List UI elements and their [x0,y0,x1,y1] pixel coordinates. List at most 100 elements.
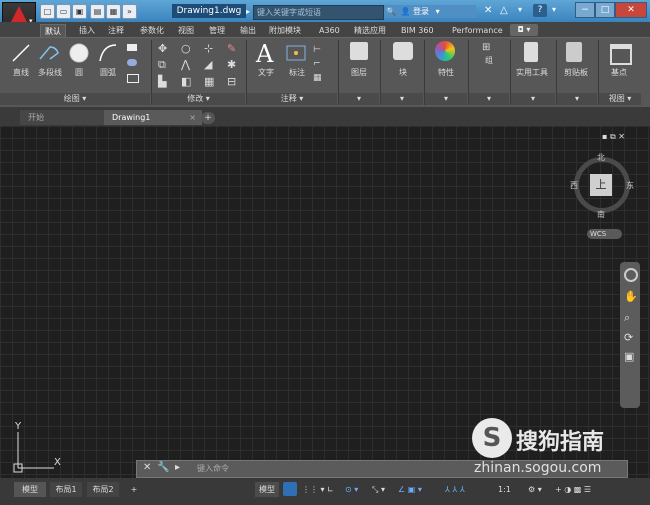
open-file-icon[interactable]: ▭ [56,4,71,19]
properties-panel-expander[interactable]: ▾ [425,93,467,105]
offset-icon[interactable]: ⊟ [227,75,247,88]
annotation-scale[interactable]: 1:1 [498,482,511,497]
chevron-down-icon[interactable]: ▾ [518,5,522,14]
layout-tab[interactable]: 布局2 [87,482,119,497]
command-input[interactable]: 键入命令 [197,463,229,474]
text-tool-label[interactable]: 文字 [252,67,280,78]
ribbon-tab[interactable]: 插入 [75,24,99,37]
group-panel-expander[interactable]: ▾ [469,93,509,105]
calculator-icon[interactable] [524,42,538,62]
ribbon-tab[interactable]: A360 [315,24,344,37]
showmotion-icon[interactable]: ▣ [624,350,636,363]
print-icon[interactable]: ▦ [106,4,121,19]
utilities-panel-expander[interactable]: ▾ [511,93,555,105]
clipboard-icon[interactable] [566,42,582,62]
drawing-tab[interactable]: Drawing1 × [104,110,202,125]
viewport-controls[interactable]: ▪ ⧉ ✕ [602,132,625,142]
command-history-icon[interactable]: ▸ [175,462,180,473]
ribbon-tab[interactable]: 精选应用 [350,24,390,37]
layers-panel-expander[interactable]: ▾ [339,93,379,105]
start-tab[interactable]: 开始 [20,110,106,125]
clipboard-panel-expander[interactable]: ▾ [557,93,597,105]
arc-tool-label[interactable]: 圆弧 [94,67,122,78]
workspace-icon[interactable]: ⚙ ▾ [528,482,542,497]
ribbon-tab[interactable]: 输出 [236,24,260,37]
circle-tool-label[interactable]: 圆 [68,67,90,78]
block-label[interactable]: 块 [390,67,416,78]
steering-wheel-icon[interactable] [624,268,638,282]
close-tab-icon[interactable]: × [189,110,196,125]
clipboard-label[interactable]: 剪贴板 [558,67,594,78]
base-label[interactable]: 基点 [604,67,634,78]
viewcube-west[interactable]: 西 [570,180,578,191]
help-icon[interactable]: ? [533,4,547,17]
layers-icon[interactable] [350,42,368,60]
explode-icon[interactable]: ✱ [227,58,247,72]
chevron-down-icon[interactable]: ▾ [436,7,440,16]
ribbon-tab[interactable]: 管理 [205,24,229,37]
dimension-tool-label[interactable]: 标注 [283,67,311,78]
polar-icon[interactable]: ⊙ ▾ [345,482,358,497]
ribbon-tab[interactable]: 参数化 [136,24,168,37]
group-label[interactable]: 组 [478,55,500,66]
new-tab-button[interactable]: + [201,112,215,124]
properties-label[interactable]: 特性 [431,67,461,78]
search-icon[interactable]: 🔍 [386,7,396,16]
circle-icon[interactable] [68,42,90,64]
view-panel-title[interactable]: 视图 ▾ [599,93,641,105]
a360-icon[interactable]: △ [500,5,508,16]
utilities-label[interactable]: 实用工具 [512,67,552,78]
user-area[interactable]: 🔍 👤 登录 ▾ [384,5,476,18]
model-space-button[interactable]: 模型 [255,482,279,497]
wcs-menu[interactable]: WCS [587,229,622,239]
base-view-icon[interactable] [610,44,632,65]
zoom-icon[interactable]: ⌕ [624,311,636,325]
fillet-icon[interactable]: ◢ [204,58,224,72]
viewcube-north[interactable]: 北 [597,152,605,163]
rotate-icon[interactable]: ○ [181,42,201,55]
trim-icon[interactable]: ⊹ [204,42,224,55]
ribbon-tab[interactable]: 注释 [104,24,128,37]
copy-icon[interactable]: ⧉ [158,58,178,72]
layout-tab[interactable]: 布局1 [50,482,82,497]
move-icon[interactable]: ✥ [158,42,178,55]
viewcube-top-face[interactable]: 上 [590,174,612,196]
array-icon[interactable]: ▦ [204,75,224,88]
modify-tools-grid[interactable]: ✥ ○ ⊹ ✎ ⧉ ⋀ ◢ ✱ ▙ ◧ ▦ ⊟ [158,42,248,90]
ribbon-tab[interactable]: Performance [448,24,507,37]
mirror-icon[interactable]: ⋀ [181,58,201,72]
ribbon-tab[interactable]: 附加模块 [265,24,305,37]
add-layout-button[interactable]: + [128,482,140,497]
new-file-icon[interactable]: □ [40,4,55,19]
draw-small-tools[interactable] [127,42,149,90]
group-icon[interactable]: ⊞ [482,42,496,54]
polyline-icon[interactable] [38,43,62,63]
lineweight-icon[interactable]: ∠ ▣ ▾ [398,482,422,497]
ribbon-tab[interactable]: 默认 [40,24,66,38]
search-input[interactable]: 键入关键字或短语 [253,5,384,20]
close-button[interactable]: ✕ [615,2,647,18]
line-icon[interactable] [11,43,31,63]
modify-panel-title[interactable]: 修改 ▾ [152,93,245,105]
block-icon[interactable] [393,42,413,60]
text-icon[interactable]: A [256,40,273,68]
draw-panel-title[interactable]: 绘图 ▾ [0,93,150,105]
annotation-visibility-icon[interactable]: ⅄ ⅄ ⅄ [445,482,465,497]
layers-label[interactable]: 图层 [344,67,374,78]
erase-icon[interactable]: ✎ [227,42,247,55]
ribbon-options-icon[interactable]: ◘ ▾ [510,24,538,36]
viewcube-east[interactable]: 东 [626,180,634,191]
minimize-button[interactable]: − [575,2,595,18]
viewcube-south[interactable]: 南 [597,209,605,220]
ribbon-tab[interactable]: 视图 [174,24,198,37]
layout-tab[interactable]: 模型 [14,482,46,497]
close-command-icon[interactable]: ✕ [143,462,151,473]
save-as-icon[interactable]: ▤ [90,4,105,19]
stretch-icon[interactable]: ▙ [158,75,178,88]
customize-status-icons[interactable]: + ◑ ▩ ☰ [555,482,591,497]
annotation-small-tools[interactable]: ⊢ ⌐ ▦ [313,43,333,88]
chevron-down-icon[interactable]: ▾ [552,5,556,14]
ortho-icon[interactable]: ∟ [327,482,334,497]
exchange-icon[interactable]: ✕ [484,5,492,16]
pan-icon[interactable]: ✋ [624,290,638,303]
